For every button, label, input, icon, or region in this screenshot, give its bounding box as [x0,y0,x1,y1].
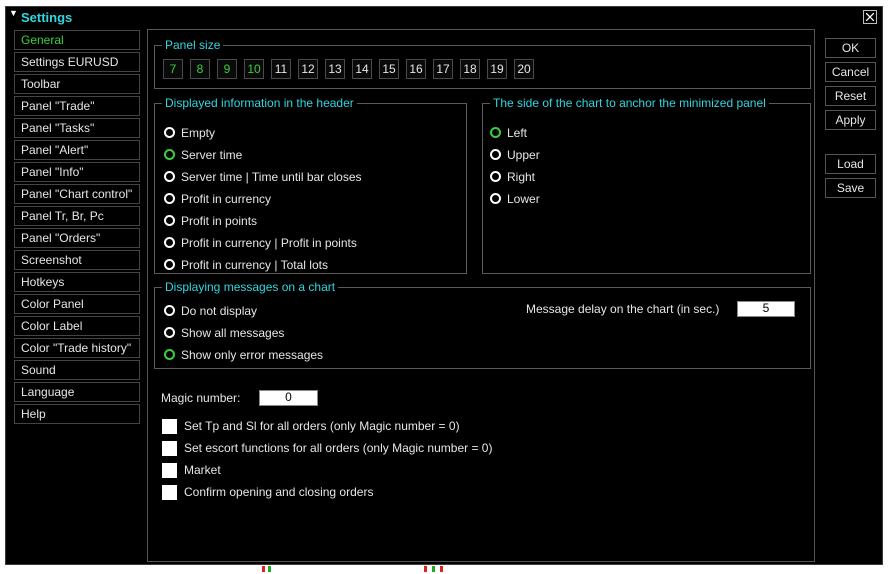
sidebar-item-color-panel[interactable]: Color Panel [14,294,140,314]
header-info-title: Displayed information in the header [162,96,357,110]
panel-size-16-button[interactable]: 16 [406,59,426,79]
messages-option-label: Show all messages [181,326,285,340]
chart-tick-mark [432,566,435,572]
checkbox-label: Set Tp and Sl for all orders (only Magic… [184,419,460,433]
close-icon [866,13,874,21]
sidebar-item-color-label[interactable]: Color Label [14,316,140,336]
panel-size-20-button[interactable]: 20 [514,59,534,79]
radio-unselected-icon[interactable] [164,193,175,204]
close-button[interactable] [863,10,877,24]
message-delay-input[interactable]: 5 [737,301,795,317]
apply-button[interactable]: Apply [825,110,876,130]
header-info-option-label: Empty [181,126,216,140]
sidebar-item-panel-info[interactable]: Panel "Info" [14,162,140,182]
checkbox[interactable] [162,463,177,478]
sidebar-item-panel-orders[interactable]: Panel "Orders" [14,228,140,248]
panel-size-7-button[interactable]: 7 [163,59,183,79]
panel-size-19-button[interactable]: 19 [487,59,507,79]
magic-number-input[interactable]: 0 [259,390,318,406]
magic-number-label: Magic number: [161,391,241,405]
radio-selected-icon[interactable] [164,149,175,160]
load-button[interactable]: Load [825,154,876,174]
sidebar-item-panel-trade[interactable]: Panel "Trade" [14,96,140,116]
messages-title: Displaying messages on a chart [162,280,339,294]
save-button[interactable]: Save [825,178,876,198]
sidebar-item-language[interactable]: Language [14,382,140,402]
panel-size-11-button[interactable]: 11 [271,59,291,79]
checkbox[interactable] [162,419,177,434]
messages-option-label: Do not display [181,304,258,318]
settings-window: ▼ Settings General Settings EURUSD Toolbar… [5,6,883,565]
panel-size-12-button[interactable]: 12 [298,59,318,79]
panel-size-15-button[interactable]: 15 [379,59,399,79]
panel-size-10-button[interactable]: 10 [244,59,264,79]
sidebar-item-screenshot[interactable]: Screenshot [14,250,140,270]
radio-unselected-icon[interactable] [164,305,175,316]
sidebar-item-settings-eurusd[interactable]: Settings EURUSD [14,52,140,72]
panel-size-title: Panel size [162,38,224,52]
radio-selected-icon[interactable] [490,127,501,138]
header-info-group: Displayed information in the header Empt… [154,96,467,274]
radio-unselected-icon[interactable] [490,171,501,182]
general-settings-panel: Panel size 7 8 9 10 11 12 13 14 15 16 17 18 19 20 Dis… [147,29,815,562]
panel-size-18-button[interactable]: 18 [460,59,480,79]
sidebar-item-general[interactable]: General [14,30,140,50]
sidebar-item-color-trade-history[interactable]: Color "Trade history" [14,338,140,358]
cancel-button[interactable]: Cancel [825,62,876,82]
header-info-option-label: Profit in currency | Total lots [181,258,328,272]
messages-option-label: Show only error messages [181,348,324,362]
radio-unselected-icon[interactable] [164,171,175,182]
sidebar-item-help[interactable]: Help [14,404,140,424]
sidebar-nav: General Settings EURUSD Toolbar Panel "Trad… [14,30,140,426]
chart-tick-mark [268,566,271,572]
panel-size-17-button[interactable]: 17 [433,59,453,79]
anchor-side-option-label: Left [507,126,528,140]
sidebar-item-panel-chart-control[interactable]: Panel "Chart control" [14,184,140,204]
header-info-option-label: Server time | Time until bar closes [181,170,362,184]
chart-tick-mark [440,566,443,572]
panel-size-8-button[interactable]: 8 [190,59,210,79]
radio-unselected-icon[interactable] [164,327,175,338]
chart-tick-mark [424,566,427,572]
panel-size-13-button[interactable]: 13 [325,59,345,79]
sidebar-item-panel-alert[interactable]: Panel "Alert" [14,140,140,160]
header-info-option-label: Server time [181,148,243,162]
collapse-arrow-icon[interactable]: ▼ [9,8,18,18]
message-delay-label: Message delay on the chart (in sec.) [526,302,720,316]
checkbox-label: Set escort functions for all orders (onl… [184,441,493,455]
anchor-side-option-label: Upper [507,148,540,162]
ok-button[interactable]: OK [825,38,876,58]
anchor-side-option-label: Lower [507,192,540,206]
window-title: Settings [21,10,73,25]
header-info-option-label: Profit in points [181,214,258,228]
radio-unselected-icon[interactable] [164,259,175,270]
chart-tick-mark [262,566,265,572]
panel-size-group: Panel size 7 8 9 10 11 12 13 14 15 16 17 18 19 20 [154,38,811,89]
sidebar-item-hotkeys[interactable]: Hotkeys [14,272,140,292]
panel-size-14-button[interactable]: 14 [352,59,372,79]
radio-unselected-icon[interactable] [490,149,501,160]
checkbox-label: Market [184,463,221,477]
messages-group: Displaying messages on a chart Do not di… [154,280,811,369]
title-bar: ▼ Settings [6,7,882,29]
checkbox-label: Confirm opening and closing orders [184,485,374,499]
sidebar-item-panel-tasks[interactable]: Panel "Tasks" [14,118,140,138]
sidebar-item-toolbar[interactable]: Toolbar [14,74,140,94]
radio-unselected-icon[interactable] [164,215,175,226]
panel-size-9-button[interactable]: 9 [217,59,237,79]
radio-unselected-icon[interactable] [490,193,501,204]
anchor-side-title: The side of the chart to anchor the mini… [490,96,769,110]
checkbox[interactable] [162,441,177,456]
anchor-side-group: The side of the chart to anchor the mini… [482,96,811,274]
radio-selected-icon[interactable] [164,349,175,360]
sidebar-item-sound[interactable]: Sound [14,360,140,380]
header-info-option-label: Profit in currency | Profit in points [181,236,357,250]
header-info-option-label: Profit in currency [181,192,272,206]
anchor-side-option-label: Right [507,170,536,184]
reset-button[interactable]: Reset [825,86,876,106]
sidebar-item-panel-tr-br-pc[interactable]: Panel Tr, Br, Pc [14,206,140,226]
radio-unselected-icon[interactable] [164,237,175,248]
checkbox[interactable] [162,485,177,500]
radio-unselected-icon[interactable] [164,127,175,138]
